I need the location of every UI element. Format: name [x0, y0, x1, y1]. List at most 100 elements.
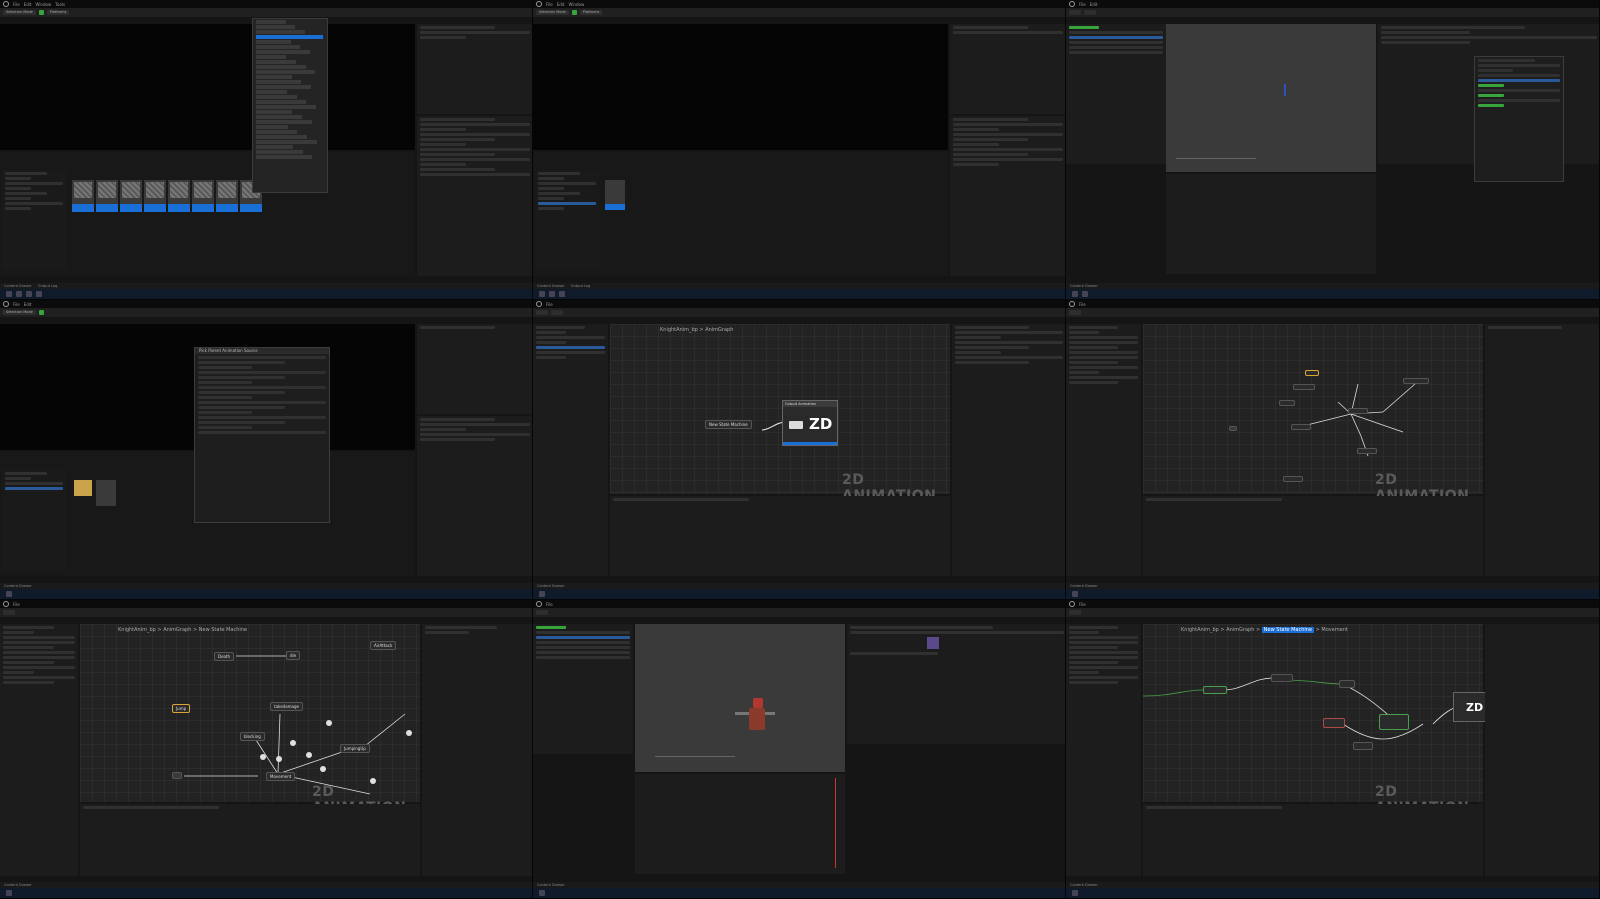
compile-button[interactable]	[1069, 610, 1081, 615]
start-icon[interactable]	[6, 890, 12, 896]
level-viewport[interactable]	[0, 24, 415, 150]
menu-edit[interactable]: Edit	[557, 2, 565, 7]
context-menu-item[interactable]	[256, 50, 311, 54]
transition-icon[interactable]	[320, 766, 326, 772]
transition-icon[interactable]	[260, 754, 266, 760]
start-icon[interactable]	[539, 291, 545, 297]
start-icon[interactable]	[6, 591, 12, 597]
state-node[interactable]	[1403, 378, 1429, 384]
state-death[interactable]: Death	[214, 652, 235, 661]
state-node[interactable]	[1279, 400, 1295, 406]
sprite-preview-swatch[interactable]	[927, 637, 939, 649]
context-menu-item[interactable]	[256, 40, 291, 44]
state-machine-canvas[interactable]: 2D ANIMATION	[1143, 324, 1483, 504]
transition-icon[interactable]	[290, 740, 296, 746]
state-node[interactable]	[1305, 370, 1319, 376]
state-blocking[interactable]: blocking	[240, 732, 265, 741]
context-menu-item[interactable]	[256, 155, 313, 159]
context-menu-item[interactable]	[256, 90, 288, 94]
anim-node[interactable]	[1379, 714, 1409, 730]
add-icon[interactable]	[38, 10, 44, 15]
context-menu-item[interactable]	[256, 115, 302, 119]
folder-tree[interactable]	[535, 170, 599, 270]
transition-icon[interactable]	[306, 752, 312, 758]
compile-button[interactable]	[536, 310, 548, 315]
search-icon[interactable]	[549, 291, 555, 297]
folder-tree[interactable]	[2, 170, 66, 270]
sprite-asset-thumb[interactable]	[120, 180, 142, 212]
save-button[interactable]	[1069, 10, 1081, 15]
context-menu-item[interactable]	[256, 30, 305, 34]
platforms-button[interactable]: Platforms	[579, 10, 603, 15]
add-icon[interactable]	[571, 10, 577, 15]
state-takedamage[interactable]: takedamage	[270, 702, 303, 711]
state-node[interactable]	[1291, 424, 1311, 430]
menu-file[interactable]: File	[13, 602, 20, 607]
transition-icon[interactable]	[326, 720, 332, 726]
menu-file[interactable]: File	[1079, 602, 1086, 607]
state-graph-canvas[interactable]: KnightAnim_bp > AnimGraph > New State Ma…	[1142, 624, 1489, 816]
context-menu-item[interactable]	[256, 80, 302, 84]
start-icon[interactable]	[539, 591, 545, 597]
state-node[interactable]	[1293, 384, 1315, 390]
context-menu-item[interactable]	[256, 105, 316, 109]
sprite-asset-thumb[interactable]	[72, 180, 94, 212]
sprite-asset-thumb[interactable]	[216, 180, 238, 212]
menu-file[interactable]: File	[13, 302, 20, 307]
state-jumpingup[interactable]: JumpingUp	[340, 744, 370, 753]
selection-mode-button[interactable]: Selection Mode	[536, 10, 569, 15]
compile-button[interactable]	[1069, 310, 1081, 315]
sprite-asset-thumb[interactable]	[168, 180, 190, 212]
context-menu-item[interactable]	[256, 65, 306, 69]
context-menu-item[interactable]	[256, 70, 316, 74]
context-menu-item[interactable]	[256, 130, 298, 134]
entry-node[interactable]	[172, 772, 182, 779]
start-icon[interactable]	[6, 291, 12, 297]
anim-graph-canvas[interactable]: KnightAnim_bp > AnimGraph New State Mach…	[610, 324, 950, 504]
anim-blueprint-asset[interactable]	[605, 180, 625, 210]
menu-file[interactable]: File	[546, 2, 553, 7]
entry-node[interactable]	[1229, 426, 1237, 431]
context-menu-item[interactable]	[256, 45, 301, 49]
menu-edit[interactable]: Edit	[1090, 2, 1098, 7]
sprite-viewport[interactable]	[1166, 24, 1376, 172]
context-menu-item[interactable]	[256, 135, 308, 139]
menu-window[interactable]: Window	[35, 2, 51, 7]
save-button[interactable]	[536, 610, 548, 615]
state-machine-canvas[interactable]: KnightAnim_bp > AnimGraph > New State Ma…	[80, 624, 420, 816]
context-menu-item[interactable]	[256, 100, 307, 104]
sprite-asset-thumb[interactable]	[96, 180, 118, 212]
context-menu-item[interactable]	[256, 145, 293, 149]
add-icon[interactable]	[38, 310, 44, 315]
search-icon[interactable]	[1082, 291, 1088, 297]
browse-button[interactable]	[1084, 10, 1096, 15]
search-icon[interactable]	[16, 291, 22, 297]
context-menu-item[interactable]	[256, 20, 286, 24]
folder-tree[interactable]	[2, 470, 66, 570]
state-jump[interactable]: Jump	[172, 704, 191, 713]
menu-file[interactable]: File	[13, 2, 20, 7]
platforms-button[interactable]: Platforms	[46, 10, 70, 15]
menu-edit[interactable]: Edit	[24, 302, 32, 307]
sprite-asset-thumb[interactable]	[192, 180, 214, 212]
output-animation-node[interactable]: Output Animation ZD	[782, 400, 838, 446]
state-node[interactable]	[1357, 448, 1377, 454]
menu-tools[interactable]: Tools	[55, 2, 65, 7]
anim-node[interactable]	[1203, 686, 1227, 694]
state-node[interactable]	[1283, 476, 1303, 482]
context-menu-item[interactable]	[256, 140, 317, 144]
anim-node[interactable]	[1323, 718, 1345, 728]
context-menu-item[interactable]	[256, 75, 292, 79]
save-button[interactable]	[551, 310, 563, 315]
context-menu-item[interactable]	[256, 120, 312, 124]
folder-icon[interactable]	[74, 480, 92, 496]
context-menu-item[interactable]	[256, 60, 296, 64]
anim-blueprint-asset[interactable]	[96, 480, 116, 506]
state-die[interactable]: die	[286, 651, 301, 660]
menu-file[interactable]: File	[546, 602, 553, 607]
app-icon[interactable]	[559, 291, 565, 297]
asset-picker-popup[interactable]	[1474, 56, 1564, 182]
state-airattack[interactable]: AirAttack	[370, 641, 397, 650]
state-node[interactable]	[1348, 408, 1368, 414]
start-icon[interactable]	[539, 890, 545, 896]
